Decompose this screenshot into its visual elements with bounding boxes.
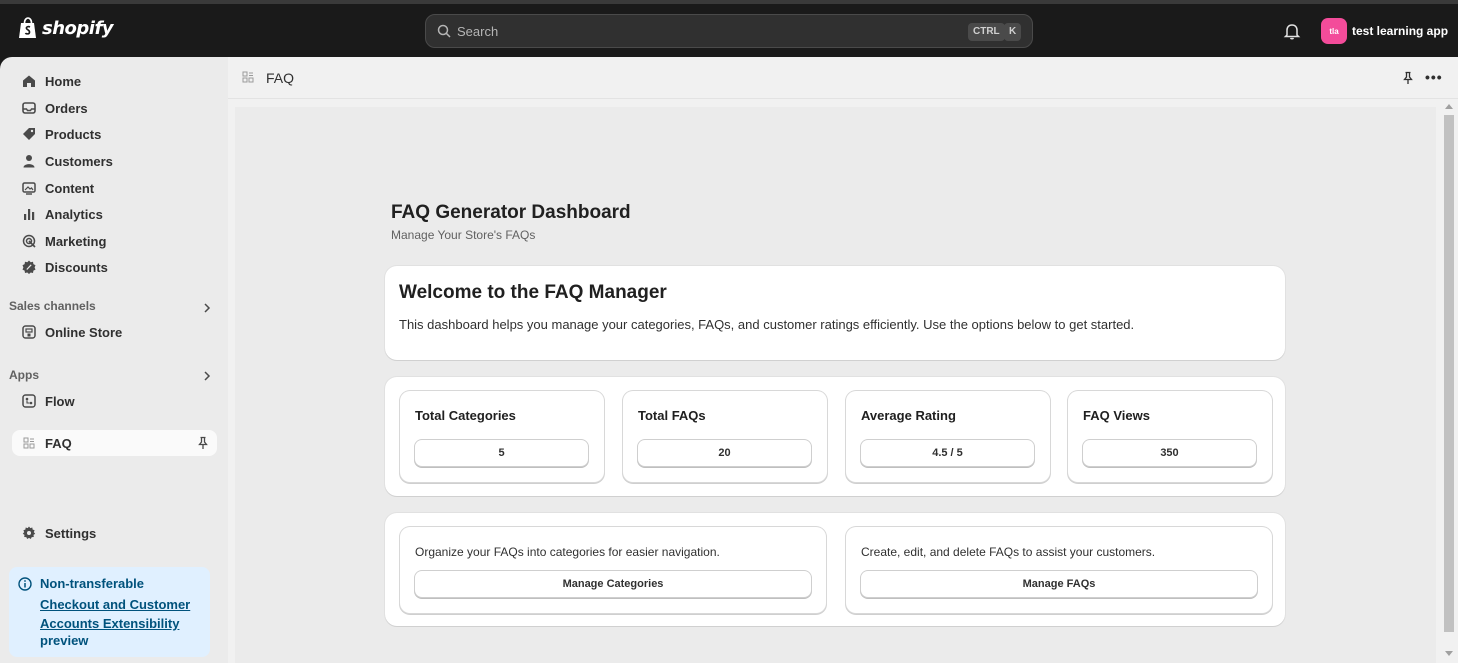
sidebar-item-label: Online Store xyxy=(45,324,123,340)
sidebar-item-label: Content xyxy=(45,180,95,196)
stat-faq-views: FAQ Views 350 xyxy=(1068,391,1272,482)
sidebar-item-label: Home xyxy=(45,73,82,89)
non-transferable-notice: Non-transferable Checkout and Customer A… xyxy=(9,567,210,657)
sidebar: Home Orders Products Customers Content A… xyxy=(0,57,228,663)
scroll-down-arrow[interactable] xyxy=(1445,651,1453,656)
pin-icon[interactable] xyxy=(196,436,210,450)
kbd-ctrl: CTRL xyxy=(968,23,1005,41)
app-grid-icon xyxy=(242,71,254,83)
manage-categories-panel: Organize your FAQs into categories for e… xyxy=(400,527,826,613)
sidebar-item-label: Customers xyxy=(45,153,113,169)
gear-icon xyxy=(21,525,37,541)
discount-icon xyxy=(21,259,37,275)
store-icon xyxy=(21,324,37,340)
sidebar-item-products[interactable]: Products xyxy=(12,121,217,147)
person-icon xyxy=(21,153,37,169)
sidebar-item-label: Orders xyxy=(45,100,88,116)
search-icon xyxy=(437,24,451,38)
main-area: FAQ ••• FAQ Generator Dashboard Manage Y… xyxy=(228,57,1458,663)
stats-card: Total Categories 5 Total FAQs 20 Average… xyxy=(385,377,1285,496)
apps-heading[interactable]: Apps xyxy=(9,368,39,382)
sales-channels-heading[interactable]: Sales channels xyxy=(9,299,96,313)
stat-total-categories: Total Categories 5 xyxy=(400,391,604,482)
avatar: tla xyxy=(1321,18,1347,44)
checkout-extensibility-link[interactable]: Checkout and Customer Accounts Extensibi… xyxy=(40,595,205,633)
pin-icon[interactable] xyxy=(1401,71,1415,85)
action-description: Organize your FAQs into categories for e… xyxy=(415,545,720,559)
sidebar-item-label: Discounts xyxy=(45,259,108,275)
shopify-logo[interactable]: shopify xyxy=(18,17,114,39)
sidebar-item-online-store[interactable]: Online Store xyxy=(12,319,217,345)
home-icon xyxy=(21,73,37,89)
stat-label: Total FAQs xyxy=(638,408,706,423)
sidebar-item-faq[interactable]: FAQ xyxy=(12,430,217,456)
sidebar-item-content[interactable]: Content xyxy=(12,175,217,201)
stat-label: Average Rating xyxy=(861,408,956,423)
manage-faqs-panel: Create, edit, and delete FAQs to assist … xyxy=(846,527,1272,613)
dashboard-subtitle: Manage Your Store's FAQs xyxy=(391,228,536,242)
actions-card: Organize your FAQs into categories for e… xyxy=(385,513,1285,626)
sidebar-item-home[interactable]: Home xyxy=(12,68,217,94)
stat-value: 5 xyxy=(415,440,588,466)
sidebar-item-label: Analytics xyxy=(45,206,103,222)
more-actions-button[interactable]: ••• xyxy=(1425,69,1443,85)
app-frame: FAQ Generator Dashboard Manage Your Stor… xyxy=(235,107,1436,663)
shopify-bag-icon xyxy=(19,17,36,38)
notifications-bell-icon[interactable] xyxy=(1283,22,1301,40)
sidebar-item-flow[interactable]: Flow xyxy=(12,388,217,414)
manage-faqs-button[interactable]: Manage FAQs xyxy=(861,571,1257,597)
sidebar-item-marketing[interactable]: Marketing xyxy=(12,228,217,254)
app-header: FAQ ••• xyxy=(228,57,1458,99)
sidebar-item-label: Settings xyxy=(45,525,97,541)
sidebar-item-settings[interactable]: Settings xyxy=(12,520,217,546)
account-name: test learning app xyxy=(1352,24,1449,38)
tag-icon xyxy=(21,126,37,142)
bar-chart-icon xyxy=(21,206,37,222)
sidebar-item-label: Flow xyxy=(45,393,75,409)
inbox-icon xyxy=(21,100,37,116)
welcome-title: Welcome to the FAQ Manager xyxy=(399,282,667,303)
dashboard-title: FAQ Generator Dashboard xyxy=(391,202,631,223)
stat-value: 20 xyxy=(638,440,811,466)
target-icon xyxy=(21,233,37,249)
search-placeholder: Search xyxy=(457,24,499,39)
image-icon xyxy=(21,180,37,196)
chevron-right-icon[interactable] xyxy=(201,370,213,382)
sidebar-item-label: Marketing xyxy=(45,233,107,249)
welcome-text: This dashboard helps you manage your cat… xyxy=(399,317,1135,332)
stat-total-faqs: Total FAQs 20 xyxy=(623,391,827,482)
sidebar-item-discounts[interactable]: Discounts xyxy=(12,254,217,280)
kbd-k: K xyxy=(1004,23,1022,41)
chevron-right-icon[interactable] xyxy=(201,302,213,314)
notice-title: Non-transferable xyxy=(40,576,145,591)
notice-preview-text: preview xyxy=(40,633,89,648)
welcome-card: Welcome to the FAQ Manager This dashboar… xyxy=(385,266,1285,360)
account-menu[interactable]: tla test learning app xyxy=(1321,18,1448,44)
shopify-wordmark: shopify xyxy=(42,17,114,39)
manage-categories-button[interactable]: Manage Categories xyxy=(415,571,811,597)
page-title: FAQ xyxy=(266,70,295,86)
sidebar-item-label: FAQ xyxy=(45,435,72,451)
scroll-up-arrow[interactable] xyxy=(1445,104,1453,109)
flow-icon xyxy=(21,393,37,409)
search-bar[interactable]: Search CTRL K xyxy=(425,14,1033,48)
sidebar-item-customers[interactable]: Customers xyxy=(12,148,217,174)
stat-label: FAQ Views xyxy=(1083,408,1150,423)
info-icon xyxy=(18,577,32,591)
sidebar-item-analytics[interactable]: Analytics xyxy=(12,201,217,227)
top-bar: shopify Search CTRL K tla test learning … xyxy=(0,4,1458,57)
scrollbar-thumb[interactable] xyxy=(1444,115,1454,632)
action-description: Create, edit, and delete FAQs to assist … xyxy=(861,545,1156,559)
stat-value: 350 xyxy=(1083,440,1256,466)
sidebar-item-label: Products xyxy=(45,126,102,142)
stat-label: Total Categories xyxy=(415,408,516,423)
app-grid-icon xyxy=(21,435,37,451)
stat-average-rating: Average Rating 4.5 / 5 xyxy=(846,391,1050,482)
sidebar-item-orders[interactable]: Orders xyxy=(12,95,217,121)
stat-value: 4.5 / 5 xyxy=(861,440,1034,466)
